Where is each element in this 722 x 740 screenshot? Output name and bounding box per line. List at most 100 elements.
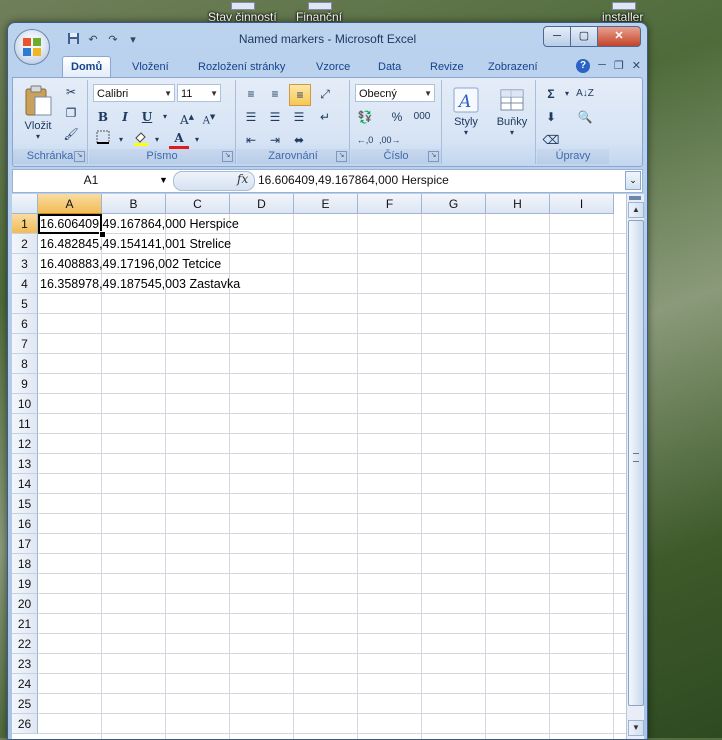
align-right-icon[interactable]: ☰ [289, 107, 309, 127]
formula-input[interactable]: 16.606409,49.167864,000 Herspice [258, 171, 449, 189]
name-box-dropdown-icon[interactable]: ▼ [159, 171, 168, 189]
row-header[interactable]: 23 [12, 654, 38, 674]
column-header[interactable]: A [38, 194, 102, 214]
tab-domu[interactable]: Domů [62, 56, 112, 78]
row-header[interactable]: 3 [12, 254, 38, 274]
increase-decimal-icon[interactable]: ←,0 [355, 130, 375, 150]
name-box[interactable]: A1 [15, 171, 167, 189]
font-name-combo[interactable]: Calibri ▼ [93, 84, 175, 102]
copy-icon[interactable]: ❐ [61, 103, 81, 123]
font-color-icon[interactable]: A [169, 130, 189, 149]
row-header[interactable]: 1 [12, 214, 38, 234]
number-launcher-icon[interactable]: ↘ [428, 151, 439, 162]
tab-revize[interactable]: Revize [422, 57, 472, 77]
save-icon[interactable] [64, 32, 82, 48]
underline-button[interactable]: U [137, 107, 157, 127]
font-launcher-icon[interactable]: ↘ [222, 151, 233, 162]
orientation-icon[interactable]: ⤢ [315, 84, 335, 104]
bold-button[interactable]: B [93, 107, 113, 127]
italic-button[interactable]: I [115, 107, 135, 127]
row-header[interactable]: 26 [12, 714, 38, 734]
row-header[interactable]: 21 [12, 614, 38, 634]
row-header[interactable]: 13 [12, 454, 38, 474]
column-header[interactable]: E [294, 194, 358, 214]
align-left-icon[interactable]: ☰ [241, 107, 261, 127]
worksheet-grid[interactable]: A B C D E F G H I 1 2 3 4 5 6 7 8 9 10 11 12 13 14 15 16 17 18 19 20… [12, 194, 626, 739]
grow-font-icon[interactable]: A▲ [177, 107, 197, 127]
row-header[interactable]: 19 [12, 574, 38, 594]
fill-handle[interactable] [99, 231, 106, 238]
redo-icon[interactable]: ↷ [104, 32, 122, 48]
fill-icon[interactable]: ⬇ [541, 107, 561, 127]
borders-icon[interactable] [93, 130, 113, 150]
shrink-font-icon[interactable]: A▼ [199, 107, 219, 127]
help-icon[interactable]: ? [576, 59, 591, 73]
minimize-button[interactable]: ─ [543, 26, 571, 47]
scroll-thumb[interactable] [628, 220, 644, 706]
alignment-launcher-icon[interactable]: ↘ [336, 151, 347, 162]
office-button[interactable] [14, 29, 50, 65]
row-header[interactable]: 15 [12, 494, 38, 514]
cell-a2[interactable]: 16.482845,49.154141,001 Strelice [40, 234, 231, 254]
maximize-button[interactable]: ▢ [571, 26, 598, 47]
close-button[interactable]: ✕ [598, 26, 641, 47]
cut-icon[interactable]: ✂ [61, 82, 81, 102]
font-color-dropdown-icon[interactable]: ▾ [187, 130, 207, 150]
column-header[interactable]: H [486, 194, 550, 214]
cell-a3[interactable]: 16.408883,49.17196,002 Tetcice [40, 254, 221, 274]
autosum-dropdown-icon[interactable]: ▾ [557, 84, 577, 104]
row-header[interactable]: 2 [12, 234, 38, 254]
scroll-down-icon[interactable]: ▼ [628, 720, 644, 736]
percent-button[interactable]: % [387, 107, 407, 127]
tab-zobrazeni[interactable]: Zobrazení [480, 57, 546, 77]
row-header[interactable]: 14 [12, 474, 38, 494]
underline-dropdown-icon[interactable]: ▾ [155, 107, 175, 127]
column-header[interactable]: G [422, 194, 486, 214]
thousands-button[interactable]: 000 [409, 107, 435, 127]
sort-filter-icon[interactable]: A↓Z [575, 84, 595, 104]
increase-indent-icon[interactable]: ⇥ [265, 130, 285, 150]
merge-center-icon[interactable]: ⬌ [289, 130, 309, 150]
row-header[interactable]: 6 [12, 314, 38, 334]
row-header[interactable]: 22 [12, 634, 38, 654]
ribbon-minimize-icon[interactable]: ─ [598, 59, 606, 73]
customize-qat-icon[interactable]: ▾ [124, 32, 142, 48]
row-header[interactable]: 18 [12, 554, 38, 574]
decrease-decimal-icon[interactable]: ,00→ [379, 130, 401, 150]
split-handle[interactable] [629, 196, 641, 200]
row-header[interactable]: 16 [12, 514, 38, 534]
font-size-combo[interactable]: 11 ▼ [177, 84, 221, 102]
clipboard-launcher-icon[interactable]: ↘ [74, 151, 85, 162]
align-center-icon[interactable]: ☰ [265, 107, 285, 127]
align-middle-icon[interactable]: ≡ [265, 84, 285, 104]
wrap-text-icon[interactable]: ↵ [315, 107, 335, 127]
paste-button[interactable]: Vložit ▾ [17, 82, 59, 146]
tab-vlozeni[interactable]: Vložení [124, 57, 177, 77]
row-header[interactable]: 20 [12, 594, 38, 614]
row-header[interactable]: 8 [12, 354, 38, 374]
row-header[interactable]: 10 [12, 394, 38, 414]
clear-icon[interactable]: ⌫ [541, 130, 561, 150]
find-select-icon[interactable]: 🔍 [575, 107, 595, 127]
number-format-combo[interactable]: Obecný ▼ [355, 84, 435, 102]
row-header[interactable]: 24 [12, 674, 38, 694]
scroll-up-icon[interactable]: ▲ [628, 202, 644, 218]
align-bottom-icon[interactable]: ≡ [289, 84, 311, 106]
column-header[interactable]: I [550, 194, 614, 214]
row-header[interactable]: 7 [12, 334, 38, 354]
decrease-indent-icon[interactable]: ⇤ [241, 130, 261, 150]
borders-dropdown-icon[interactable]: ▾ [111, 130, 131, 150]
column-header[interactable]: F [358, 194, 422, 214]
row-header[interactable]: 9 [12, 374, 38, 394]
row-header[interactable]: 12 [12, 434, 38, 454]
tab-data[interactable]: Data [370, 57, 409, 77]
format-painter-icon[interactable]: 🖌 [61, 124, 81, 144]
ribbon-close-icon[interactable]: ✕ [632, 59, 641, 73]
cells-button[interactable]: Buňky ▾ [491, 82, 533, 154]
ribbon-restore-icon[interactable]: ❐ [614, 59, 624, 73]
align-top-icon[interactable]: ≡ [241, 84, 261, 104]
undo-icon[interactable]: ↶ [84, 32, 102, 48]
column-header[interactable]: D [230, 194, 294, 214]
row-header[interactable]: 5 [12, 294, 38, 314]
tab-rozlozeni-stranky[interactable]: Rozložení stránky [190, 57, 293, 77]
